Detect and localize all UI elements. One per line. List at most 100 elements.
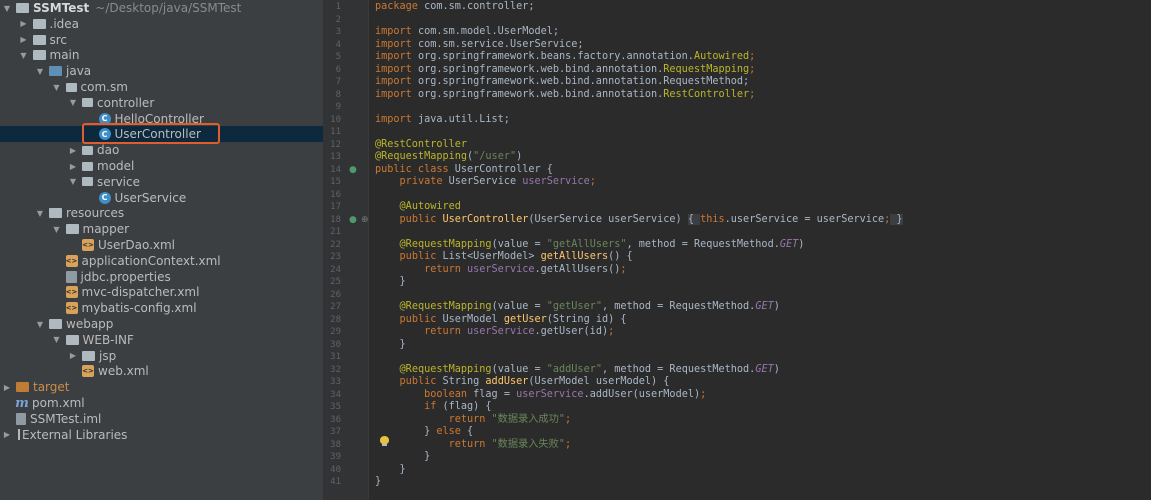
- chevron-down-icon[interactable]: ▼: [35, 320, 45, 329]
- chevron-down-icon[interactable]: ▼: [35, 209, 45, 218]
- folder-icon: [32, 34, 46, 45]
- code-editor[interactable]: package com.sm.controller; import com.sm.…: [369, 0, 1151, 500]
- chevron-right-icon[interactable]: ▶: [68, 162, 78, 171]
- code-line[interactable]: @RequestMapping(value = "getAllUsers", m…: [375, 239, 805, 252]
- code-line[interactable]: boolean flag = userService.addUser(userM…: [375, 389, 706, 402]
- tree-item-web-inf[interactable]: ▼ WEB-INF: [0, 332, 375, 348]
- code-token: package: [375, 1, 425, 12]
- code-line[interactable]: import java.util.List;: [375, 114, 510, 127]
- code-line[interactable]: }: [375, 339, 406, 352]
- tree-item-java[interactable]: ▼ java: [0, 63, 358, 79]
- code-line[interactable]: }: [375, 451, 430, 464]
- tree-item-target[interactable]: ▶ target: [0, 379, 325, 395]
- code-line[interactable]: import com.sm.model.UserModel;: [375, 26, 559, 39]
- tree-item-main[interactable]: ▼ main: [0, 47, 342, 63]
- java-class-icon: C: [98, 191, 111, 204]
- code-line[interactable]: } else {: [375, 426, 473, 439]
- line-number: 26: [330, 289, 341, 300]
- chevron-right-icon[interactable]: ▶: [19, 19, 29, 28]
- chevron-down-icon[interactable]: ▼: [35, 67, 45, 76]
- line-number: 23: [330, 252, 341, 262]
- code-line[interactable]: public UserModel getUser(String id) {: [375, 314, 627, 327]
- code-line[interactable]: }: [375, 476, 381, 489]
- code-line[interactable]: @RestController: [375, 139, 467, 152]
- code-line[interactable]: return "数据录入成功";: [375, 414, 571, 427]
- tree-item-webapp[interactable]: ▼ webapp: [0, 316, 358, 332]
- code-token: UserController {: [454, 163, 553, 175]
- chevron-down-icon[interactable]: ▼: [52, 335, 62, 344]
- tree-item-label: applicationContext.xml: [81, 253, 221, 268]
- code-line[interactable]: return "数据录入失败";: [375, 439, 571, 452]
- code-line[interactable]: @Autowired: [375, 201, 461, 214]
- tree-item-ssmtest[interactable]: ▼ SSMTest ~/Desktop/java/SSMTest: [0, 0, 325, 16]
- fold-expand-icon[interactable]: ⊕: [361, 214, 369, 227]
- line-number: 7: [335, 77, 341, 87]
- code-token: GET: [755, 363, 774, 375]
- chevron-down-icon[interactable]: ▼: [2, 4, 12, 13]
- code-token: {: [467, 426, 474, 437]
- code-line[interactable]: import com.sm.service.UserService;: [375, 39, 584, 52]
- code-line[interactable]: }: [375, 276, 406, 289]
- code-line[interactable]: import org.springframework.web.bind.anno…: [375, 64, 755, 77]
- code-token: GET: [755, 301, 774, 312]
- code-line[interactable]: }: [375, 464, 406, 477]
- folder-icon: [82, 350, 95, 361]
- code-line[interactable]: @RequestMapping(value = "addUser", metho…: [375, 364, 780, 377]
- code-line[interactable]: return userService.getAllUsers();: [375, 263, 627, 277]
- line-number: 18: [330, 214, 341, 225]
- chevron-down-icon[interactable]: ▼: [68, 98, 78, 107]
- tree-item-jdbc-properties[interactable]: ▶jdbc.properties: [0, 269, 375, 285]
- code-token: ;: [620, 263, 627, 275]
- code-line[interactable]: return userService.getUser(id);: [375, 326, 614, 339]
- code-line[interactable]: import org.springframework.web.bind.anno…: [375, 76, 749, 89]
- code-line[interactable]: public class UserController {: [375, 164, 553, 177]
- code-token: }: [375, 463, 406, 475]
- chevron-down-icon[interactable]: ▼: [68, 177, 78, 186]
- chevron-right-icon[interactable]: ▶: [2, 430, 12, 439]
- lightbulb-icon[interactable]: [380, 436, 389, 446]
- tree-item-resources[interactable]: ▼ resources: [0, 205, 358, 221]
- code-line[interactable]: public String addUser(UserModel userMode…: [375, 376, 670, 389]
- tree-item-ssmtest-iml[interactable]: ▶SSMTest.iml: [0, 411, 325, 427]
- code-line[interactable]: if (flag) {: [375, 401, 491, 414]
- tree-item-label: .idea: [49, 16, 80, 31]
- tree-item-applicationcontext-xml[interactable]: ▶<>applicationContext.xml: [0, 253, 375, 269]
- code-line[interactable]: package com.sm.controller;: [375, 1, 534, 14]
- folder-icon: [32, 50, 46, 61]
- line-number: 30: [330, 339, 341, 350]
- tree-item-com-sm[interactable]: ▼ com.sm: [0, 79, 375, 95]
- implementation-marker-icon[interactable]: ●: [349, 214, 357, 227]
- chevron-down-icon[interactable]: ▼: [52, 225, 62, 234]
- tree-item-idea[interactable]: ▶ .idea: [0, 16, 342, 32]
- code-token: import: [375, 38, 418, 50]
- tree-item-mapper[interactable]: ▼ mapper: [0, 221, 375, 237]
- line-number: 39: [330, 452, 341, 462]
- chevron-down-icon[interactable]: ▼: [52, 83, 62, 92]
- code-line[interactable]: private UserService userService;: [375, 176, 596, 189]
- tree-item-label: SSMTest: [33, 1, 90, 15]
- chevron-right-icon[interactable]: ▶: [68, 351, 78, 360]
- tree-item-src[interactable]: ▶ src: [0, 32, 342, 48]
- code-line[interactable]: public UserController(UserService userSe…: [375, 213, 903, 227]
- code-line[interactable]: import org.springframework.web.bind.anno…: [375, 89, 755, 102]
- code-token: public: [399, 376, 443, 387]
- tree-item-external-libraries[interactable]: ▶ External Libraries: [0, 427, 325, 443]
- code-line[interactable]: public List<UserModel> getAllUsers() {: [375, 251, 633, 264]
- code-line[interactable]: @RequestMapping(value = "getUser", metho…: [375, 301, 780, 314]
- code-line[interactable]: import org.springframework.beans.factory…: [375, 51, 755, 64]
- project-tree[interactable]: ▼ SSMTest ~/Desktop/java/SSMTest ▶ .idea ▶ src…: [0, 0, 408, 500]
- chevron-right-icon[interactable]: ▶: [68, 146, 78, 155]
- code-token: if: [424, 401, 443, 412]
- selection-highlight-box: [82, 123, 220, 144]
- code-token: () {: [608, 251, 633, 262]
- chevron-right-icon[interactable]: ▶: [2, 383, 12, 392]
- tree-item-label: jsp: [99, 348, 117, 363]
- tree-item-mvc-dispatcher-xml[interactable]: ▶<>mvc-dispatcher.xml: [0, 284, 375, 300]
- implementation-marker-icon[interactable]: ●: [349, 164, 357, 177]
- chevron-right-icon[interactable]: ▶: [19, 35, 29, 44]
- tree-item-pom-xml[interactable]: ▶mpom.xml: [0, 395, 325, 411]
- code-token: org.springframework.beans.factory.annota…: [417, 51, 694, 62]
- tree-item-mybatis-config-xml[interactable]: ▶<>mybatis-config.xml: [0, 300, 375, 316]
- code-line[interactable]: @RequestMapping("/user"): [375, 151, 522, 164]
- chevron-down-icon[interactable]: ▼: [19, 51, 29, 60]
